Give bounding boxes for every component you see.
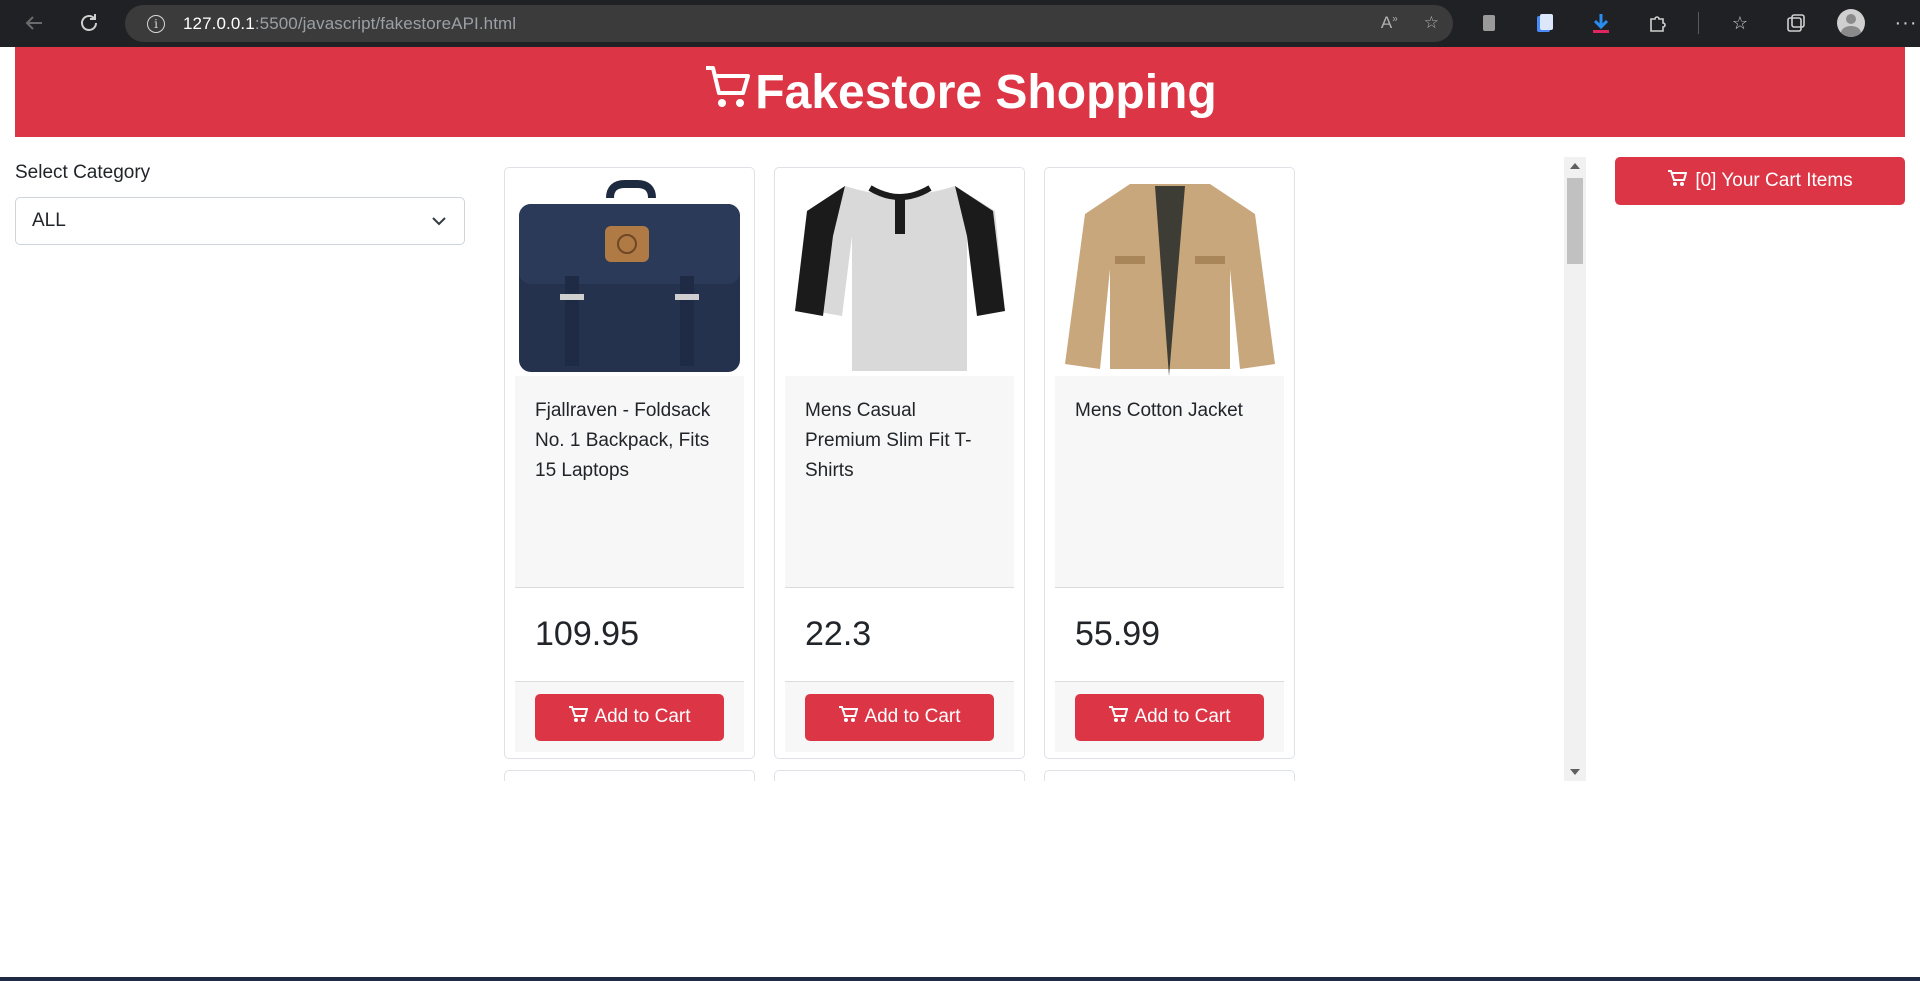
cart-outline-icon [703, 61, 753, 123]
product-image-backpack [515, 176, 744, 376]
more-menu-icon[interactable]: ··· [1891, 8, 1920, 38]
category-select[interactable]: ALL [15, 197, 465, 245]
product-card-partial [774, 770, 1025, 781]
cart-icon [1667, 169, 1688, 193]
product-image-tshirt [785, 176, 1014, 376]
page-header: Fakestore Shopping [15, 47, 1905, 137]
url-text: 127.0.0.1:5500/javascript/fakestoreAPI.h… [183, 14, 516, 34]
add-to-cart-label: Add to Cart [864, 706, 961, 727]
back-icon[interactable] [17, 6, 51, 40]
reload-icon[interactable] [72, 6, 106, 40]
url-path: :5500/javascript/fakestoreAPI.html [254, 13, 517, 33]
url-host: 127.0.0.1 [183, 13, 255, 33]
address-bar[interactable]: i 127.0.0.1:5500/javascript/fakestoreAPI… [125, 5, 1453, 42]
read-aloud-icon[interactable]: A» [1381, 13, 1398, 33]
add-to-cart-label: Add to Cart [1134, 706, 1231, 727]
collections-icon[interactable] [1781, 8, 1811, 38]
product-card: Fjallraven - Foldsack No. 1 Backpack, Fi… [504, 167, 755, 759]
your-cart-button[interactable]: [0] Your Cart Items [1615, 157, 1905, 205]
cart-icon [838, 705, 859, 729]
chevron-down-icon [430, 212, 448, 236]
add-to-cart-button[interactable]: Add to Cart [805, 693, 994, 741]
profile-avatar[interactable] [1837, 9, 1865, 37]
scrollbar-thumb[interactable] [1567, 178, 1583, 264]
add-favorite-icon[interactable]: ☆ [1424, 13, 1439, 33]
add-to-cart-button[interactable]: Add to Cart [1075, 693, 1264, 741]
scroll-up-arrow-icon[interactable] [1570, 163, 1580, 169]
product-title: Mens Casual Premium Slim Fit T-Shirts [785, 376, 1014, 588]
extension-icon[interactable] [1474, 8, 1504, 38]
category-selected-value: ALL [32, 210, 66, 231]
product-card: Mens Cotton Jacket 55.99 Add to Cart [1044, 167, 1295, 759]
cart-icon [1108, 705, 1129, 729]
product-title: Mens Cotton Jacket [1055, 376, 1284, 588]
category-label: Select Category [15, 162, 151, 183]
cart-icon [568, 705, 589, 729]
scroll-down-arrow-icon[interactable] [1570, 769, 1580, 775]
cart-button-label: [0] Your Cart Items [1695, 170, 1853, 191]
page-title: Fakestore Shopping [703, 61, 1217, 123]
add-to-cart-label: Add to Cart [594, 706, 691, 727]
product-title: Fjallraven - Foldsack No. 1 Backpack, Fi… [515, 376, 744, 588]
product-price: 55.99 [1055, 588, 1284, 682]
clipboard-icon[interactable] [1530, 8, 1560, 38]
product-price: 109.95 [515, 588, 744, 682]
product-list[interactable]: Fjallraven - Foldsack No. 1 Backpack, Fi… [500, 157, 1586, 781]
product-card: Mens Casual Premium Slim Fit T-Shirts 22… [774, 167, 1025, 759]
browser-toolbar: i 127.0.0.1:5500/javascript/fakestoreAPI… [0, 0, 1920, 47]
site-info-icon[interactable]: i [147, 14, 165, 33]
product-image-jacket [1055, 176, 1284, 376]
extensions-puzzle-icon[interactable] [1642, 8, 1672, 38]
taskbar-edge [0, 977, 1920, 981]
product-list-scrollbar[interactable] [1564, 157, 1586, 781]
page-title-text: Fakestore Shopping [755, 65, 1217, 119]
product-card-partial [504, 770, 755, 781]
product-price: 22.3 [785, 588, 1014, 682]
favorites-icon[interactable]: ☆ [1725, 8, 1755, 38]
download-icon[interactable] [1586, 8, 1616, 38]
product-card-partial [1044, 770, 1295, 781]
add-to-cart-button[interactable]: Add to Cart [535, 693, 724, 741]
toolbar-divider [1698, 12, 1699, 34]
